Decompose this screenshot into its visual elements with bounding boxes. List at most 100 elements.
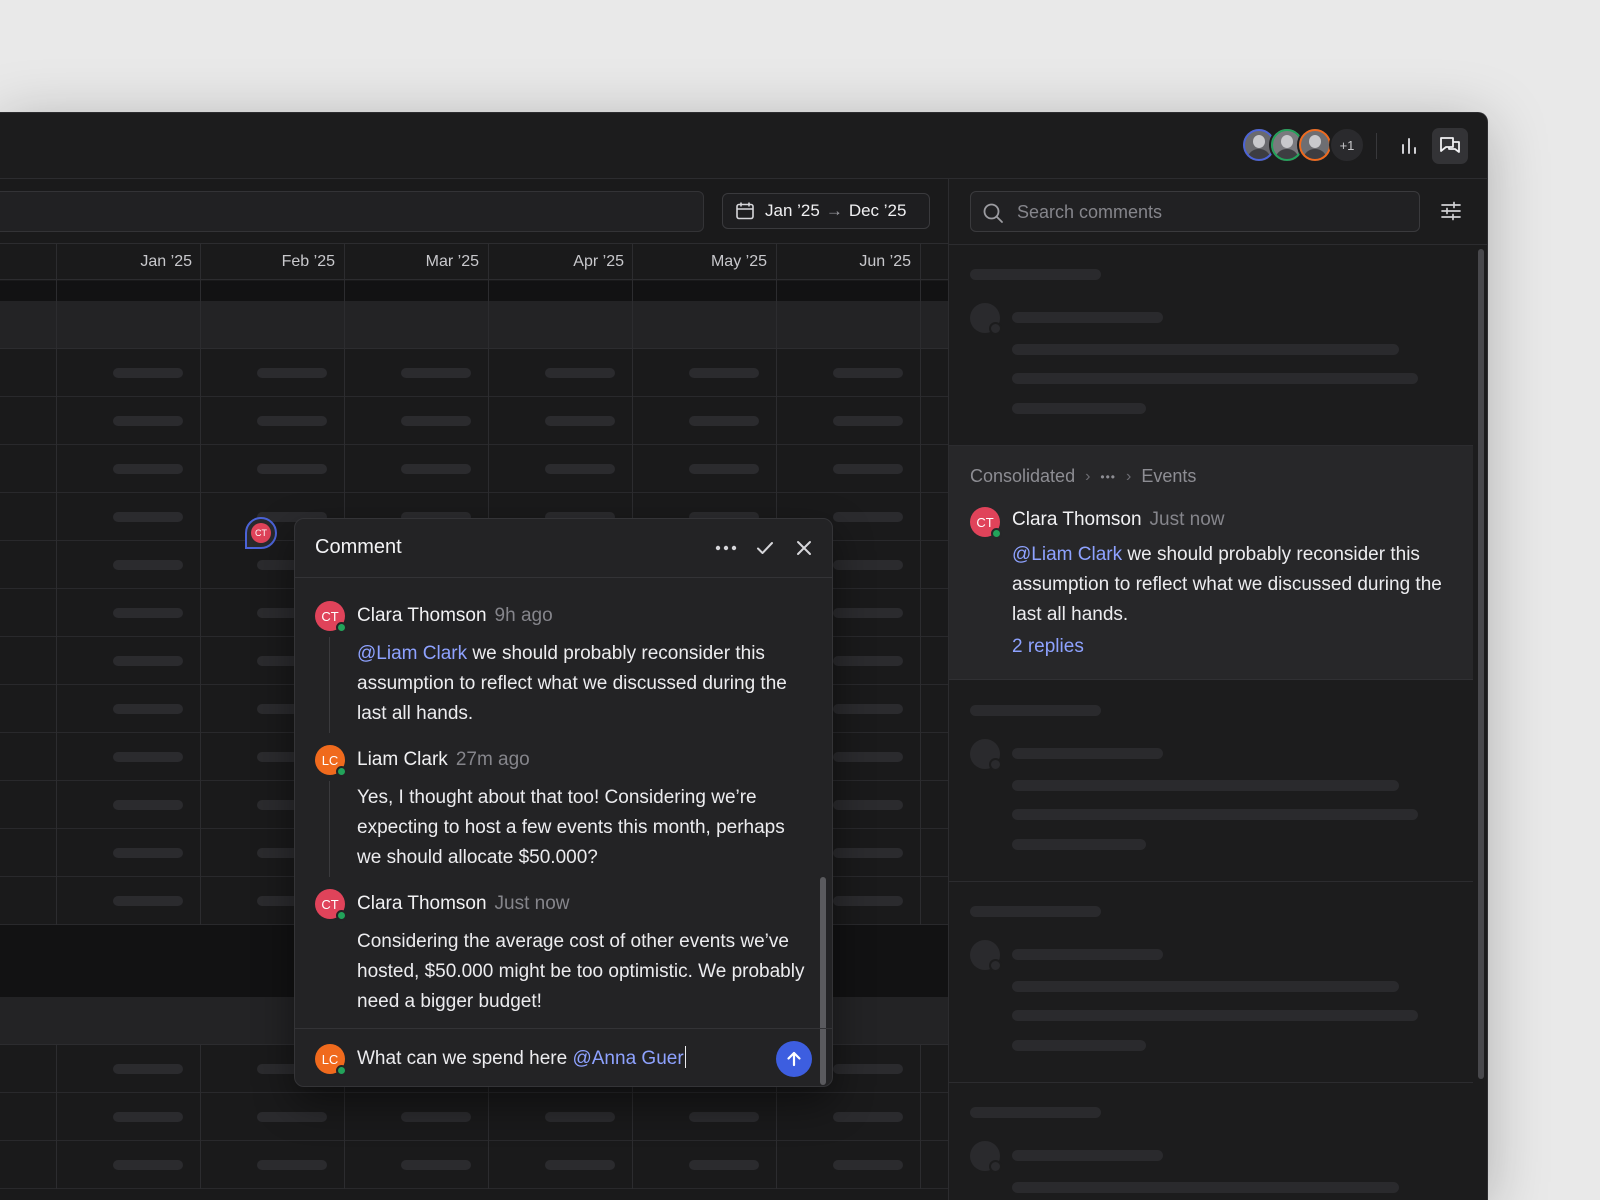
avatar: CT [315, 601, 347, 633]
cell-placeholder [257, 1160, 327, 1170]
author-name: Clara Thomson [357, 605, 487, 626]
formula-bar[interactable] [0, 191, 704, 232]
cell-placeholder [545, 368, 615, 378]
cell-placeholder [113, 608, 183, 618]
cell-placeholder [833, 1112, 903, 1122]
comment-thread: CT Clara Thomson 9h ago @Liam Clark we sh… [295, 579, 832, 1085]
close-button[interactable] [791, 535, 817, 561]
month-label: May ’25 [710, 253, 767, 270]
grid-row [0, 349, 948, 397]
send-button[interactable] [776, 1041, 812, 1077]
mention[interactable]: @Liam Clark [357, 643, 467, 664]
cell-placeholder [833, 1160, 903, 1170]
grid-row [0, 1141, 948, 1189]
close-icon [797, 541, 811, 555]
cell-placeholder [833, 896, 903, 906]
comment-author: Clara Thomson Just now [357, 893, 570, 915]
reply-text: What can we spend here [357, 1048, 573, 1069]
comment-time: 9h ago [494, 605, 553, 626]
sliders-icon [1441, 201, 1461, 221]
online-indicator [336, 910, 347, 921]
thread-line [329, 637, 330, 733]
online-indicator [336, 1065, 347, 1076]
text-caret [684, 1046, 686, 1068]
search-comments-field[interactable] [970, 191, 1420, 232]
popup-header: Comment [295, 519, 832, 578]
cell-placeholder [545, 1160, 615, 1170]
grid-row [0, 1093, 948, 1141]
comments-toggle-button[interactable] [1432, 128, 1468, 164]
month-label: Feb ’25 [281, 253, 335, 270]
month-label: Apr ’25 [573, 253, 624, 270]
breadcrumb-ellipsis[interactable]: ••• [1100, 470, 1116, 484]
chevron-right-icon: › [1126, 467, 1132, 485]
comment-body: Yes, I thought about that too! Consideri… [357, 787, 785, 868]
avatar: CT [970, 507, 1002, 539]
cell-placeholder [833, 560, 903, 570]
comment-pin[interactable]: CT [245, 517, 277, 549]
grid-row [0, 445, 948, 493]
author-name: Liam Clark [357, 749, 448, 770]
cell-placeholder [113, 512, 183, 522]
cell-placeholder [833, 368, 903, 378]
check-icon [757, 542, 773, 554]
comment-body: Considering the average cost of other ev… [357, 931, 805, 1012]
month-label: Mar ’25 [425, 253, 479, 270]
comment-popup: Comment CT Clara Thomson 9h ago @Liam Cla… [294, 518, 833, 1087]
cell-placeholder [401, 368, 471, 378]
cell-placeholder [401, 1160, 471, 1170]
active-comment-card[interactable]: Consolidated › ••• › Events CT Clara Tho… [949, 446, 1473, 680]
avatar[interactable] [1297, 127, 1333, 163]
cell-placeholder [257, 416, 327, 426]
comment-author: Clara Thomson Just now [1012, 509, 1225, 531]
filter-button[interactable] [1437, 197, 1465, 225]
cell-placeholder [689, 1112, 759, 1122]
comment-skeleton [949, 681, 1473, 882]
cell-placeholder [113, 1064, 183, 1074]
breadcrumb-item[interactable]: Events [1141, 466, 1196, 487]
search-input[interactable] [1017, 201, 1397, 223]
resolve-button[interactable] [752, 535, 778, 561]
more-button[interactable] [713, 535, 739, 561]
avatar: LC [315, 745, 347, 777]
date-range-picker[interactable]: Jan ’25 → Dec ’25 [722, 193, 930, 229]
comments-icon [1440, 137, 1460, 153]
comment-body: @Liam Clark we should probably reconside… [357, 639, 805, 729]
replies-link[interactable]: 2 replies [1012, 636, 1084, 658]
comment-time: Just now [494, 893, 570, 914]
top-bar: +1 [0, 113, 1487, 179]
cell-placeholder [113, 704, 183, 714]
avatar-initials: CT [321, 896, 339, 912]
column-divider [920, 1045, 921, 1189]
column-divider [920, 243, 921, 925]
mention: @Anna Guer [572, 1048, 684, 1069]
collaborators-avatars[interactable]: +1 [1241, 127, 1365, 163]
cell-placeholder [833, 1064, 903, 1074]
cell-placeholder [833, 464, 903, 474]
cell-placeholder [689, 416, 759, 426]
cell-placeholder [833, 608, 903, 618]
more-icon [715, 545, 737, 551]
cell-placeholder [113, 752, 183, 762]
cell-placeholder [113, 1112, 183, 1122]
pin-avatar: CT [251, 523, 271, 543]
comment-skeleton [949, 882, 1473, 1083]
author-name: Clara Thomson [357, 893, 487, 914]
mention[interactable]: @Liam Clark [1012, 544, 1122, 565]
comment-author: Clara Thomson 9h ago [357, 605, 553, 627]
arrow-right-icon: → [825, 201, 843, 220]
chart-button[interactable] [1393, 130, 1425, 162]
cell-placeholder [401, 464, 471, 474]
cell-placeholder [689, 464, 759, 474]
cell-placeholder [113, 800, 183, 810]
comment-body: @Liam Clark we should probably reconside… [1012, 540, 1452, 630]
more-collaborators-badge[interactable]: +1 [1329, 127, 1365, 163]
panel-scrollbar[interactable] [1478, 249, 1484, 1079]
reply-input[interactable]: What can we spend here @Anna Guer [357, 1046, 747, 1074]
cell-placeholder [833, 800, 903, 810]
cell-placeholder [113, 1160, 183, 1170]
cell-placeholder [833, 656, 903, 666]
avatar-initials: CT [321, 608, 339, 624]
breadcrumb-item[interactable]: Consolidated [970, 466, 1075, 487]
cell-placeholder [545, 1112, 615, 1122]
